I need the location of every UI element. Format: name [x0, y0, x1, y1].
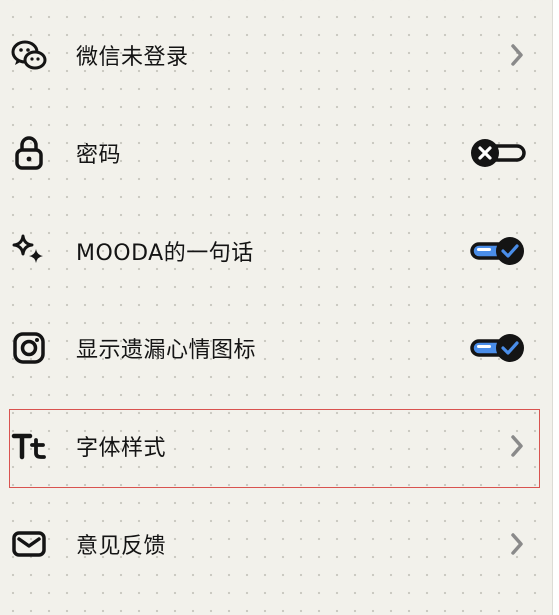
lock-icon — [10, 134, 48, 172]
setting-label-wechat: 微信未登录 — [76, 45, 189, 70]
setting-row-font-style[interactable]: 字体样式 — [0, 416, 548, 476]
wechat-icon — [10, 36, 48, 74]
scrollbar[interactable] — [552, 0, 559, 615]
instagram-icon — [10, 329, 48, 367]
setting-label-font-style: 字体样式 — [76, 436, 167, 461]
setting-row-feedback[interactable]: 意见反馈 — [0, 514, 548, 574]
sparkles-icon — [10, 232, 48, 270]
setting-row-password[interactable]: 密码 — [0, 123, 548, 183]
setting-row-mooda-quote[interactable]: MOODA的一句话 — [0, 221, 548, 281]
chevron-right-icon — [506, 433, 528, 459]
chevron-right-icon — [506, 42, 528, 68]
setting-label-mooda-quote: MOODA的一句话 — [76, 241, 254, 266]
setting-label-password: 密码 — [76, 143, 122, 168]
text-style-icon — [10, 427, 48, 465]
mail-icon — [10, 525, 48, 563]
setting-label-missed-mood-icons: 显示遗漏心情图标 — [76, 338, 257, 363]
setting-label-feedback: 意见反馈 — [76, 534, 167, 559]
mooda-quote-toggle[interactable] — [468, 234, 528, 268]
chevron-right-icon — [506, 531, 528, 557]
setting-row-missed-mood-icons[interactable]: 显示遗漏心情图标 — [0, 318, 548, 378]
missed-mood-icons-toggle[interactable] — [468, 331, 528, 365]
password-toggle[interactable] — [468, 136, 528, 170]
setting-row-wechat[interactable]: 微信未登录 — [0, 25, 548, 85]
